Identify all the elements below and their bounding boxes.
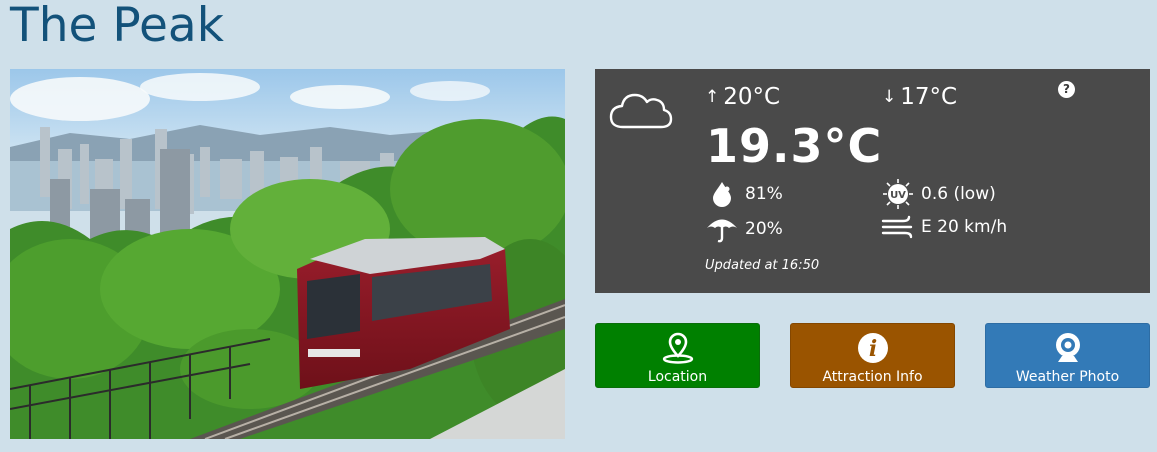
low-temperature: ↓ 17°C — [882, 84, 957, 110]
weather-photo-button[interactable]: Weather Photo — [985, 323, 1150, 388]
updated-time: Updated at 16:50 — [705, 258, 820, 273]
uv-icon: UV — [881, 179, 915, 209]
help-icon[interactable]: ? — [1058, 81, 1075, 98]
attraction-info-button[interactable]: i Attraction Info — [790, 323, 955, 388]
arrow-up-icon: ↑ — [705, 87, 720, 107]
rain-chance-value: 20% — [745, 219, 783, 239]
droplet-icon — [705, 179, 739, 209]
uv-index-value: 0.6 (low) — [921, 184, 996, 204]
wind: E 20 km/h — [881, 212, 1007, 242]
svg-text:i: i — [868, 336, 876, 362]
umbrella-icon — [705, 214, 739, 244]
high-temperature: ↑ 20°C — [705, 84, 780, 110]
map-pin-icon — [661, 332, 695, 364]
location-button-label: Location — [647, 369, 708, 385]
current-temperature: 19.3°C — [706, 119, 883, 173]
page-title: The Peak — [10, 0, 224, 53]
attraction-photo — [10, 69, 565, 439]
arrow-down-icon: ↓ — [882, 87, 897, 107]
uv-index: UV 0.6 (low) — [881, 179, 996, 209]
attraction-info-button-label: Attraction Info — [822, 369, 923, 385]
info-icon: i — [857, 332, 889, 364]
weather-panel: ? ↑ 20°C ↓ 17°C 19.3°C 81% 20% UV 0.6 (l… — [595, 69, 1150, 293]
high-temperature-value: 20°C — [723, 84, 781, 110]
rain-chance: 20% — [705, 214, 783, 244]
weather-photo-button-label: Weather Photo — [1015, 369, 1120, 385]
humidity: 81% — [705, 179, 783, 209]
cloud-icon — [609, 87, 673, 137]
wind-icon — [881, 212, 915, 242]
humidity-value: 81% — [745, 184, 783, 204]
svg-text:UV: UV — [890, 190, 906, 201]
webcam-icon — [1053, 332, 1083, 364]
wind-value: E 20 km/h — [921, 217, 1008, 237]
location-button[interactable]: Location — [595, 323, 760, 388]
low-temperature-value: 17°C — [900, 84, 958, 110]
